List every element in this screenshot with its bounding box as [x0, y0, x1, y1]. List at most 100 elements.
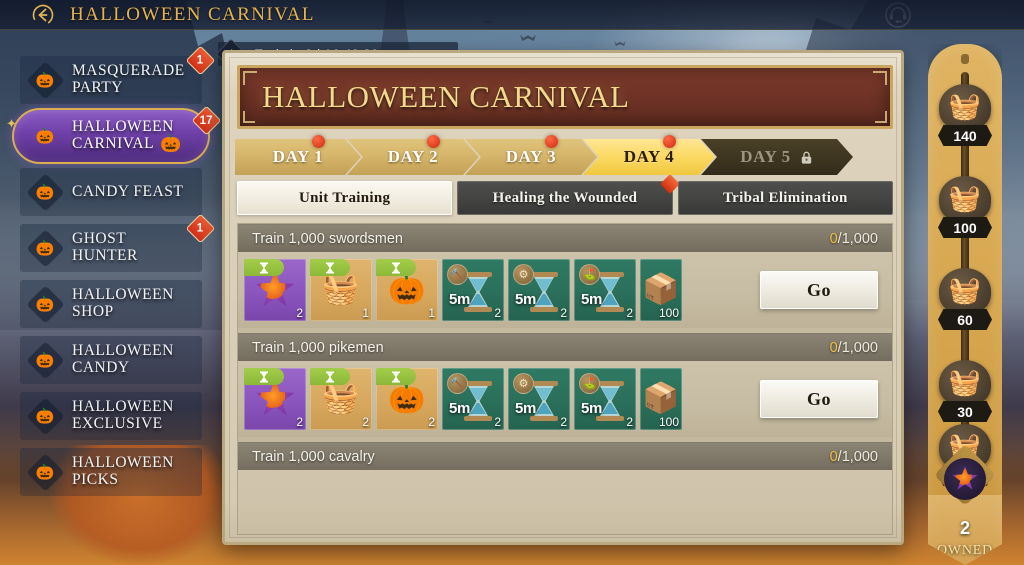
sub-tab-unit-training[interactable]: Unit Training — [237, 181, 453, 215]
timed-reward-tag — [244, 259, 284, 276]
milestone-value: 100 — [953, 219, 977, 236]
speedup-duration-label: 5m — [515, 400, 537, 417]
sidebar-item-label: CANDY FEAST — [72, 182, 184, 200]
task-name: Train 1,000 cavalry — [252, 448, 375, 465]
speedup-duration-label: 5m — [449, 291, 471, 308]
bat-icon — [614, 41, 626, 46]
sidebar-item-label: HALLOWEEN CARNIVAL — [72, 118, 174, 152]
purple-star-token-icon[interactable]: 2 — [244, 368, 306, 430]
pumpkin-pair-icon: 🎃 — [160, 134, 182, 153]
task-progress-current: 0 — [829, 230, 838, 247]
sub-tab-notification-dot — [659, 174, 680, 194]
task-progress: 0/1,000 — [830, 340, 878, 356]
task-header: Train 1,000 cavalry 0/1,000 — [238, 442, 892, 470]
main-panel: HALLOWEEN CARNIVAL DAY 1 DAY 2 DAY 3 DAY 4 D… — [222, 50, 904, 545]
day-tab-label: DAY 5 — [740, 147, 791, 166]
panel-banner: HALLOWEEN CARNIVAL — [237, 65, 893, 129]
owned-currency[interactable] — [933, 443, 997, 509]
sidebar-item-halloween-exclusive[interactable]: 🎃 HALLOWEEN EXCLUSIVE — [0, 388, 222, 444]
pumpkin-icon: 🎃 — [25, 172, 65, 212]
sidebar-item-masquerade-party[interactable]: 🎃 MASQUERADE PARTY 1 — [0, 45, 222, 108]
jack-o-lantern-icon[interactable]: 🎃 1 — [376, 259, 438, 321]
go-button[interactable]: Go — [760, 271, 878, 309]
reward-quantity: 2 — [626, 306, 633, 320]
day-tab-4[interactable]: DAY 4 — [583, 135, 715, 175]
reward-quantity: 1 — [362, 306, 369, 320]
sidebar-item-candy-feast[interactable]: 🎃 CANDY FEAST — [0, 164, 222, 220]
training-speedup-icon[interactable]: ⛳ 5m 2 — [574, 259, 636, 321]
building-speedup-icon[interactable]: 🔨 5m 2 — [442, 259, 504, 321]
treasure-chest-icon[interactable]: 🧺 2 — [310, 368, 372, 430]
milestone-node-140[interactable]: 🧺 140 — [936, 84, 994, 146]
treasure-chest-icon[interactable]: 🧺 1 — [310, 259, 372, 321]
milestone-node-30[interactable]: 🧺 30 — [936, 360, 994, 422]
day-tab-label: DAY 3 — [505, 147, 557, 166]
owned-count: 2 — [959, 518, 970, 538]
day-tab-3[interactable]: DAY 3 — [465, 135, 597, 175]
task-progress-total: /1,000 — [837, 230, 878, 247]
sidebar-item-label: HALLOWEEN CANDY — [72, 342, 174, 376]
purple-star-token-icon[interactable]: 2 — [244, 259, 306, 321]
sidebar-item-label: HALLOWEEN SHOP — [72, 286, 174, 320]
purple-star-token-icon — [944, 458, 986, 500]
milestone-value: 60 — [957, 311, 973, 328]
sub-tab-tribal-elimination[interactable]: Tribal Elimination — [677, 181, 893, 215]
speedup-type-research-icon: ⚙ — [513, 373, 534, 394]
milestone-chest-icon: 🧺 — [939, 268, 991, 314]
sidebar-item-halloween-picks[interactable]: 🎃 HALLOWEEN PICKS — [0, 444, 222, 500]
resource-crate-icon[interactable]: 📦 100 — [640, 259, 682, 321]
milestone-value-plaque: 140 — [938, 125, 992, 146]
day-tab-notification-dot — [312, 135, 325, 148]
sub-tab-label: Healing the Wounded — [492, 189, 638, 206]
back-button[interactable] — [28, 0, 58, 30]
sub-tab-healing-the-wounded[interactable]: Healing the Wounded — [457, 174, 680, 215]
day-tab-2[interactable]: DAY 2 — [347, 135, 479, 175]
reward-quantity: 2 — [296, 306, 303, 320]
task-progress-total: /1,000 — [837, 339, 878, 356]
page-title: HALLOWEEN CARNIVAL — [70, 3, 315, 25]
milestone-value: 30 — [957, 403, 973, 420]
sidebar-item-halloween-shop[interactable]: 🎃 HALLOWEEN SHOP — [0, 276, 222, 332]
research-speedup-icon[interactable]: ⚙ 5m 2 — [508, 259, 570, 321]
sidebar-item-halloween-carnival[interactable]: ✦ 🎃 🎃 HALLOWEEN CARNIVAL 17 — [0, 105, 222, 164]
day-tab-5[interactable]: DAY 5 — [701, 139, 853, 175]
reward-quantity: 2 — [560, 415, 567, 429]
day-tab-label: DAY 4 — [623, 147, 675, 166]
milestone-chest-icon: 🧺 — [939, 84, 991, 130]
speedup-duration-label: 5m — [449, 400, 471, 417]
go-button-label: Go — [806, 388, 831, 409]
building-speedup-icon[interactable]: 🔨 5m 2 — [442, 368, 504, 430]
training-speedup-icon[interactable]: ⛳ 5m 2 — [574, 368, 636, 430]
reward-quantity: 100 — [658, 415, 679, 429]
task-name: Train 1,000 pikemen — [252, 339, 384, 356]
task-header: Train 1,000 swordsmen 0/1,000 — [238, 224, 892, 252]
reward-quantity: 100 — [658, 306, 679, 320]
milestone-node-60[interactable]: 🧺 60 — [936, 268, 994, 330]
pumpkin-icon: 🎃 — [25, 340, 65, 380]
sidebar-item-label: HALLOWEEN PICKS — [72, 454, 174, 488]
reward-quantity: 2 — [560, 306, 567, 320]
day-tab-notification-dot — [545, 135, 558, 148]
pumpkin-icon: 🎃 — [25, 60, 65, 100]
timed-reward-tag — [376, 368, 416, 385]
speedup-type-research-icon: ⚙ — [513, 264, 534, 285]
day-tab-1[interactable]: DAY 1 — [235, 135, 361, 175]
reward-quantity: 2 — [428, 415, 435, 429]
go-button[interactable]: Go — [760, 380, 878, 418]
milestone-node-100[interactable]: 🧺 100 — [936, 176, 994, 238]
sidebar-item-halloween-candy[interactable]: 🎃 HALLOWEEN CANDY — [0, 332, 222, 388]
speedup-type-helmet-icon: ⛳ — [579, 373, 600, 394]
reward-quantity: 2 — [626, 415, 633, 429]
task-progress: 0/1,000 — [830, 449, 878, 465]
jack-o-lantern-icon[interactable]: 🎃 2 — [376, 368, 438, 430]
sidebar-item-label: MASQUERADE PARTY — [72, 62, 185, 96]
research-speedup-icon[interactable]: ⚙ 5m 2 — [508, 368, 570, 430]
reward-quantity: 2 — [362, 415, 369, 429]
resource-crate-icon[interactable]: 📦 100 — [640, 368, 682, 430]
milestone-chest-icon: 🧺 — [939, 176, 991, 222]
sidebar-item-ghost-hunter[interactable]: 🎃 GHOST HUNTER 1 — [0, 213, 222, 276]
reward-quantity: 2 — [494, 306, 501, 320]
reward-quantity: 2 — [296, 415, 303, 429]
day-tab-notification-dot — [427, 135, 440, 148]
sub-tabs: Unit Training Healing the Wounded Tribal E… — [237, 174, 893, 215]
